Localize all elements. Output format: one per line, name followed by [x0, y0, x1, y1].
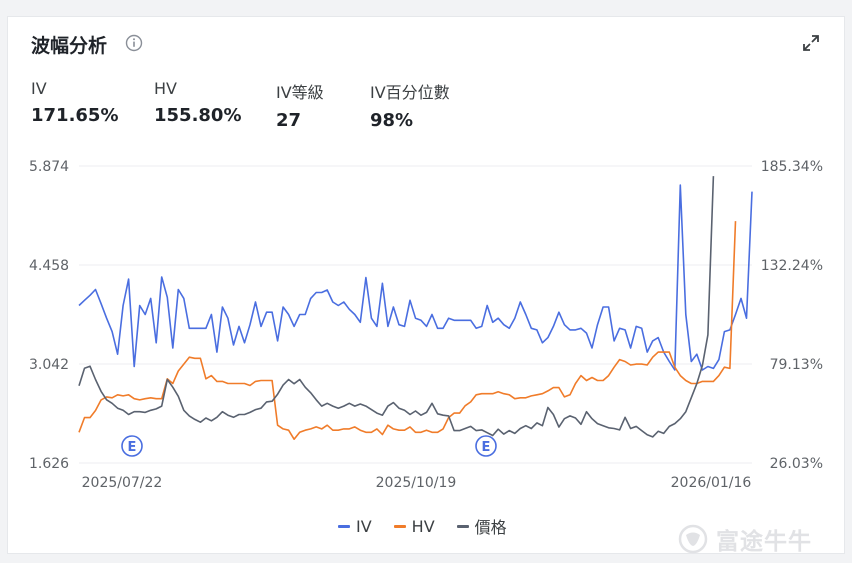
- earnings-marker-label: E: [482, 440, 491, 455]
- x-axis-tick: 2025/07/22: [82, 475, 163, 491]
- iv-series-line: [78, 184, 753, 371]
- earnings-marker-label: E: [128, 440, 137, 455]
- right-axis-tick: 132.24%: [761, 258, 823, 274]
- left-axis-tick: 1.626: [29, 456, 69, 472]
- left-axis-tick: 4.458: [29, 258, 69, 274]
- price-series-line: [78, 176, 715, 438]
- volatility-chart: 5.874 185.34% 4.458 132.24% 3.042 79.13% 1.626…: [29, 159, 823, 491]
- x-axis-tick: 2026/01/16: [671, 475, 752, 491]
- left-axis-tick: 3.042: [29, 357, 69, 373]
- hv-series-line: [78, 221, 737, 441]
- right-axis-tick: 79.13%: [770, 357, 823, 373]
- left-axis-tick: 5.874: [29, 159, 69, 175]
- x-axis-tick: 2025/10/19: [376, 475, 457, 491]
- right-axis-tick: 185.34%: [761, 159, 823, 175]
- right-axis-tick: 26.03%: [770, 456, 823, 472]
